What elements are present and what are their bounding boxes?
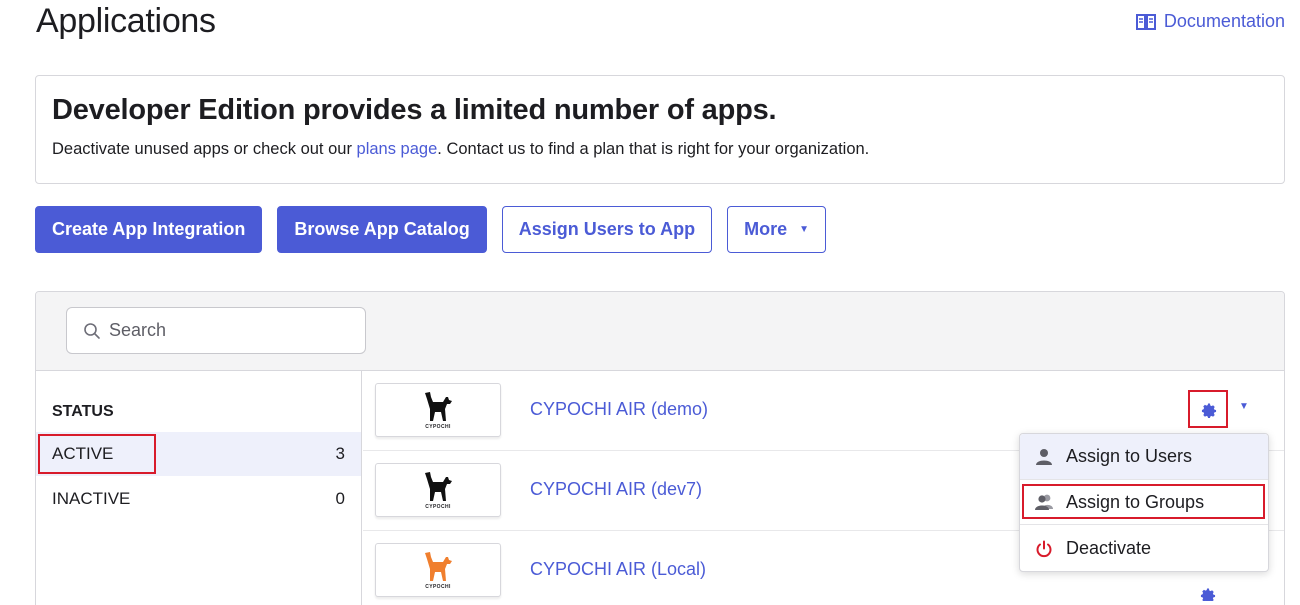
status-heading: STATUS <box>52 403 114 420</box>
banner-text: Deactivate unused apps or check out our … <box>52 140 1268 159</box>
app-settings-button[interactable] <box>1191 393 1227 429</box>
create-app-integration-button[interactable]: Create App Integration <box>35 206 263 253</box>
app-logo-text: CYPOCHI <box>425 503 451 510</box>
app-logo[interactable]: CYPOCHI <box>375 383 501 437</box>
page-title: Applications <box>36 2 216 40</box>
filter-active-count: 3 <box>335 444 345 463</box>
user-icon <box>1036 448 1052 465</box>
app-name-link[interactable]: CYPOCHI AIR (Local) <box>530 559 706 580</box>
panel-header <box>36 292 1284 371</box>
banner-text-before: Deactivate unused apps or check out our <box>52 140 357 158</box>
filter-active[interactable]: ACTIVE 3 <box>36 432 361 476</box>
deactivate-menu-item[interactable]: Deactivate <box>1020 526 1268 571</box>
app-logo[interactable]: CYPOCHI <box>375 463 501 517</box>
plans-page-link[interactable]: plans page <box>357 140 438 158</box>
deactivate-label: Deactivate <box>1066 538 1152 558</box>
documentation-label: Documentation <box>1163 11 1285 31</box>
filter-inactive[interactable]: INACTIVE 0 <box>36 477 361 521</box>
app-logo-text: CYPOCHI <box>425 583 451 590</box>
documentation-link[interactable]: Documentation <box>1135 11 1285 32</box>
book-icon <box>1135 13 1156 30</box>
edition-banner: Developer Edition provides a limited num… <box>35 75 1285 184</box>
dog-logo-icon <box>425 551 452 581</box>
app-logo-text: CYPOCHI <box>425 423 451 430</box>
gear-icon[interactable] <box>1199 587 1217 601</box>
app-logo[interactable]: CYPOCHI <box>375 543 501 597</box>
filter-active-label: ACTIVE <box>52 444 114 463</box>
assign-to-users-label: Assign to Users <box>1066 446 1193 466</box>
browse-app-catalog-button[interactable]: Browse App Catalog <box>277 206 487 253</box>
app-name-link[interactable]: CYPOCHI AIR (demo) <box>530 399 708 420</box>
caret-down-icon[interactable]: ▼ <box>1239 401 1249 412</box>
action-bar: Create App Integration Browse App Catalo… <box>35 206 827 253</box>
banner-title: Developer Edition provides a limited num… <box>52 94 777 126</box>
search-input[interactable] <box>109 320 349 341</box>
assign-to-groups-label: Assign to Groups <box>1066 491 1205 512</box>
gear-icon <box>1201 403 1217 419</box>
more-button[interactable]: More ▼ <box>727 206 827 253</box>
dog-logo-icon <box>425 471 452 501</box>
assign-to-groups-menu-item[interactable]: Assign to Groups <box>1020 480 1268 525</box>
app-actions-menu: Assign to Users Assign to Groups Deactiv… <box>1019 433 1269 572</box>
assign-to-users-menu-item[interactable]: Assign to Users <box>1020 434 1268 479</box>
status-filter-sidebar: STATUS ACTIVE 3 INACTIVE 0 <box>36 371 362 605</box>
power-icon <box>1036 540 1052 557</box>
caret-down-icon: ▼ <box>799 224 810 235</box>
search-box[interactable] <box>66 307 366 354</box>
assign-users-to-app-button[interactable]: Assign Users to App <box>501 206 713 253</box>
search-icon <box>84 322 100 339</box>
filter-inactive-count: 0 <box>335 489 345 508</box>
app-name-link[interactable]: CYPOCHI AIR (dev7) <box>530 479 702 500</box>
group-icon <box>1035 494 1053 510</box>
more-label: More <box>744 219 788 239</box>
banner-text-after: . Contact us to find a plan that is righ… <box>437 140 870 158</box>
filter-inactive-label: INACTIVE <box>52 489 131 508</box>
dog-logo-icon <box>425 391 452 421</box>
